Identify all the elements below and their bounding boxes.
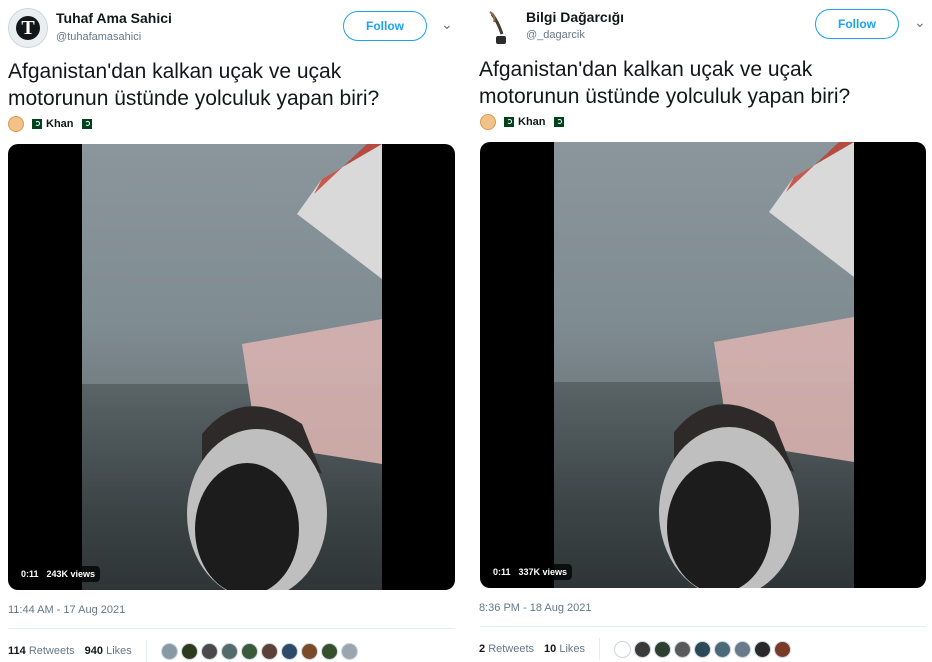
video-player[interactable]: 0:11 337K views [480,142,926,588]
likes-label: Likes [106,645,132,657]
liker-avatar[interactable] [340,642,358,660]
avatar[interactable] [480,8,520,48]
tweet-card-1: T Tuhaf Ama Sahici @tuhafamasahici Follo… [0,0,466,662]
liker-avatar[interactable] [694,640,712,658]
liker-avatar[interactable] [634,640,652,658]
liker-avatars [614,640,792,658]
quill-pen-icon [489,11,506,44]
tweet-text-line-2: motorunun üstünde yolculuk yapan biri? [479,85,851,108]
pakistan-flag-icon [77,119,92,129]
likes-count: 940 [84,645,104,657]
likes-count: 10 [544,643,557,655]
likes-stat[interactable]: 10 Likes [544,643,585,655]
tweet-card-2: Bilgi Dağarcığı @_dagarcik Follow ⌄ Afga… [470,0,932,660]
airplane-engine [659,427,799,588]
liker-avatar[interactable] [714,640,732,658]
user-handle[interactable]: @tuhafamasahici [56,31,141,43]
likes-label: Likes [559,643,586,655]
display-name[interactable]: Bilgi Dağarcığı [526,9,624,25]
liker-avatar[interactable] [260,642,278,660]
t-logo-icon: T [16,16,40,40]
divider [480,626,926,627]
liker-avatar[interactable] [774,640,792,658]
pakistan-flag-icon [549,117,564,127]
tweet-text-line-1: Afganistan'dan kalkan uçak ve uçak [8,60,342,83]
liker-avatar[interactable] [320,642,338,660]
retweets-label: Retweets [488,643,535,655]
tweet-text-line-1: Afganistan'dan kalkan uçak ve uçak [479,58,813,81]
retweets-count: 114 [8,645,26,657]
liker-avatar[interactable] [614,640,632,658]
tagged-user[interactable]: Khan [8,116,92,132]
video-info-badge: 0:11 243K views [16,566,101,582]
tweet-text: Afganistan'dan kalkan uçak ve uçak motor… [479,56,850,110]
liker-avatar[interactable] [300,642,318,660]
tagged-user[interactable]: Khan [480,114,564,130]
video-views: 243K views [46,569,96,579]
follow-button[interactable]: Follow [815,9,899,39]
video-views: 337K views [518,567,568,577]
pakistan-flag-icon [500,117,514,127]
timestamp[interactable]: 11:44 AM - 17 Aug 2021 [8,604,125,616]
liker-avatar[interactable] [180,642,198,660]
video-frame [554,142,854,588]
chevron-down-icon[interactable]: ⌄ [441,16,453,33]
user-handle[interactable]: @_dagarcik [526,29,585,41]
liker-avatar[interactable] [674,640,692,658]
tweet-text: Afganistan'dan kalkan uçak ve uçak motor… [8,58,379,112]
timestamp[interactable]: 8:36 PM - 18 Aug 2021 [479,602,592,614]
chevron-down-icon[interactable]: ⌄ [914,14,926,31]
emoji-face-icon [8,116,24,132]
stats-separator [599,638,601,660]
video-duration: 0:11 [493,567,511,577]
tagged-name: Khan [46,118,74,130]
liker-avatars [160,642,358,660]
liker-avatar[interactable] [654,640,672,658]
liker-avatar[interactable] [220,642,238,660]
display-name[interactable]: Tuhaf Ama Sahici [56,10,172,26]
video-player[interactable]: 0:11 243K views [8,144,455,590]
video-frame [82,144,382,590]
follow-button[interactable]: Follow [343,11,427,41]
liker-avatar[interactable] [200,642,218,660]
liker-avatar[interactable] [734,640,752,658]
liker-avatar[interactable] [160,642,178,660]
retweets-stat[interactable]: 114 Retweets [8,645,75,657]
engagement-stats: 2 Retweets 10 Likes [479,638,792,660]
stats-separator [145,640,147,662]
likes-stat[interactable]: 940 Likes [85,645,132,657]
engagement-stats: 114 Retweets 940 Likes [8,640,358,662]
liker-avatar[interactable] [280,642,298,660]
retweets-stat[interactable]: 2 Retweets [479,643,534,655]
airplane-engine [187,429,327,590]
retweets-label: Retweets [28,645,75,657]
tagged-name: Khan [518,116,546,128]
video-info-badge: 0:11 337K views [488,564,573,580]
pakistan-flag-icon [28,119,42,129]
divider [8,628,455,629]
video-duration: 0:11 [21,569,39,579]
retweets-count: 2 [479,643,486,655]
avatar[interactable]: T [8,8,48,48]
liker-avatar[interactable] [240,642,258,660]
liker-avatar[interactable] [754,640,772,658]
emoji-face-icon [480,114,496,130]
tweet-text-line-2: motorunun üstünde yolculuk yapan biri? [8,87,380,110]
